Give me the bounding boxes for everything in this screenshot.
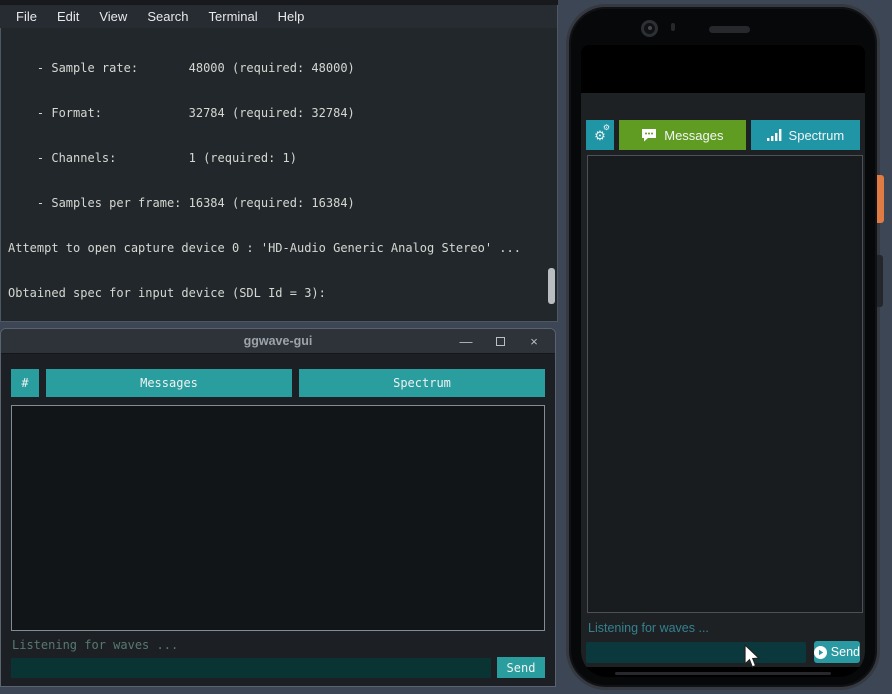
message-input[interactable] — [11, 658, 491, 678]
spectrum-tab-button[interactable]: Spectrum — [299, 369, 545, 397]
listening-status-text: Listening for waves ... — [12, 638, 555, 652]
phone-spectrum-tab-label: Spectrum — [789, 128, 845, 143]
messages-tab-button[interactable]: Messages — [46, 369, 292, 397]
maximize-button[interactable] — [483, 329, 517, 354]
messages-display-area — [11, 405, 545, 631]
message-input-row: Send — [11, 657, 545, 678]
phone-home-indicator — [615, 672, 831, 675]
phone-app-toolbar: ⚙ ⚙ Messages — [586, 120, 860, 150]
phone-send-label: Send — [831, 645, 860, 659]
terminal-window: File Edit View Search Terminal Help - Sa… — [0, 0, 558, 322]
menu-help[interactable]: Help — [268, 9, 315, 24]
send-button[interactable]: Send — [497, 657, 545, 678]
window-titlebar[interactable]: ggwave-gui — × — [1, 329, 555, 354]
phone-messages-display-area — [587, 155, 863, 613]
menu-edit[interactable]: Edit — [47, 9, 89, 24]
phone-listening-status-text: Listening for waves ... — [588, 621, 865, 635]
phone-send-button[interactable]: Send — [814, 641, 860, 663]
phone-ggwave-app: ⚙ ⚙ Messages — [581, 93, 865, 667]
phone-message-input[interactable] — [586, 642, 806, 663]
terminal-line: - Format: 32784 (required: 32784) — [8, 106, 557, 121]
phone-power-button — [877, 175, 884, 223]
maximize-icon — [496, 337, 505, 346]
window-controls: — × — [449, 329, 551, 354]
phone-messages-tab-label: Messages — [664, 128, 723, 143]
small-gear-icon: ⚙ — [603, 124, 610, 132]
phone-sensor — [671, 23, 675, 31]
play-circle-icon — [814, 646, 827, 659]
terminal-line: Attempt to open capture device 0 : 'HD-A… — [8, 241, 557, 256]
bar-chart-icon — [767, 129, 782, 141]
terminal-line: - Sample rate: 48000 (required: 48000) — [8, 61, 557, 76]
terminal-menubar: File Edit View Search Terminal Help — [0, 5, 558, 28]
phone-front-camera — [641, 20, 658, 37]
desktop: { "terminal": { "menu_items": ["File", "… — [0, 0, 892, 694]
phone-device-frame: ⚙ ⚙ Messages — [566, 4, 880, 690]
menu-terminal[interactable]: Terminal — [199, 9, 268, 24]
window-title: ggwave-gui — [244, 334, 313, 348]
ggwave-gui-window: ggwave-gui — × # Messages Spectrum Liste… — [0, 328, 556, 687]
terminal-output[interactable]: - Sample rate: 48000 (required: 48000) -… — [0, 28, 558, 322]
gui-toolbar: # Messages Spectrum — [11, 369, 545, 397]
speech-bubble-icon — [641, 128, 657, 142]
phone-earpiece-speaker — [709, 26, 750, 33]
phone-messages-tab-button[interactable]: Messages — [619, 120, 746, 150]
phone-message-input-row: Send — [586, 641, 860, 663]
menu-search[interactable]: Search — [137, 9, 198, 24]
settings-button[interactable]: ⚙ ⚙ — [586, 120, 614, 150]
phone-volume-button — [877, 255, 883, 307]
close-button[interactable]: × — [517, 329, 551, 354]
menu-view[interactable]: View — [89, 9, 137, 24]
minimize-button[interactable]: — — [449, 329, 483, 354]
terminal-scrollbar-thumb[interactable] — [548, 268, 555, 304]
phone-screen: ⚙ ⚙ Messages — [581, 45, 865, 677]
terminal-line: - Samples per frame: 16384 (required: 16… — [8, 196, 557, 211]
phone-spectrum-tab-button[interactable]: Spectrum — [751, 120, 860, 150]
terminal-line: - Channels: 1 (required: 1) — [8, 151, 557, 166]
terminal-line: Obtained spec for input device (SDL Id =… — [8, 286, 557, 301]
hash-tab-button[interactable]: # — [11, 369, 39, 397]
menu-file[interactable]: File — [6, 9, 47, 24]
